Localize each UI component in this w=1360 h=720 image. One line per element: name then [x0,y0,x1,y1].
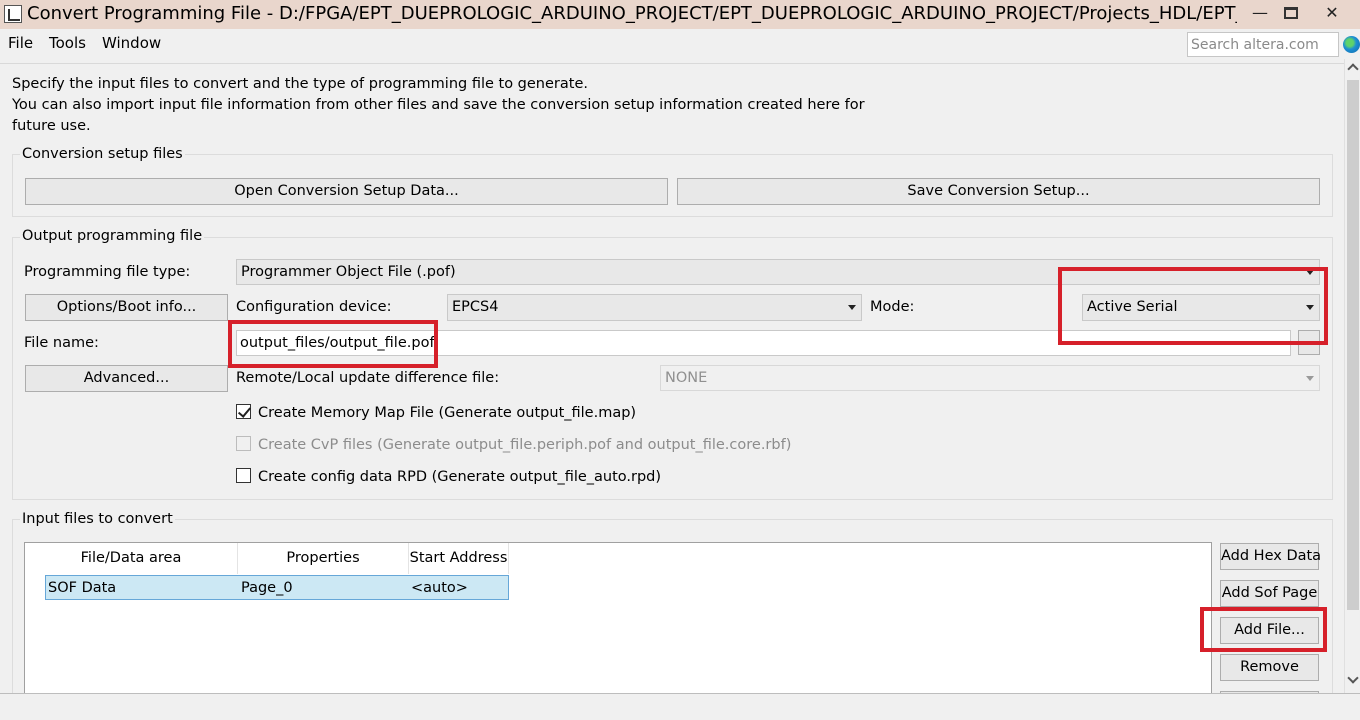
scroll-down-icon[interactable] [1345,673,1360,687]
mode-label: Mode: [870,299,915,315]
column-header-file[interactable]: File/Data area [25,543,238,574]
intro-line-1: Specify the input files to convert and t… [12,76,588,92]
cell-start-address: <auto> [411,580,468,596]
table-row[interactable]: SOF Data Page_0 <auto> [45,575,509,600]
minimize-icon: — [1252,3,1268,22]
options-boot-info-button[interactable]: Options/Boot info... [25,294,228,321]
menu-file[interactable]: File [8,34,33,52]
cvp-files-checkbox [236,436,251,451]
menu-window[interactable]: Window [102,34,161,52]
scroll-thumb[interactable] [1347,80,1359,610]
remote-update-select: NONE [660,365,1320,391]
column-header-start-address[interactable]: Start Address [409,543,509,574]
config-device-value: EPCS4 [452,299,499,315]
remote-update-value: NONE [665,370,708,386]
save-conversion-setup-button[interactable]: Save Conversion Setup... [677,178,1320,205]
highlight-add-file [1200,607,1327,652]
input-files-title: Input files to convert [20,511,175,527]
search-input[interactable]: Search altera.com [1187,32,1339,57]
remove-button[interactable]: Remove [1220,654,1319,681]
config-device-label: Configuration device: [236,299,392,315]
add-hex-data-button[interactable]: Add Hex Data [1220,543,1321,570]
window-title: Convert Programming File - D:/FPGA/EPT_D… [27,3,1237,24]
title-bar: Convert Programming File - D:/FPGA/EPT_D… [0,0,1360,29]
file-type-value: Programmer Object File (.pof) [241,264,456,280]
highlight-file-name [228,320,438,368]
highlight-mode [1058,267,1328,345]
close-button[interactable]: ✕ [1312,0,1352,29]
open-conversion-setup-button[interactable]: Open Conversion Setup Data... [25,178,668,205]
chevron-down-icon [1306,376,1314,381]
output-group-title: Output programming file [20,228,205,244]
intro-line-2: You can also import input file informati… [12,97,865,113]
memory-map-checkbox[interactable] [236,404,251,419]
rpd-checkbox[interactable] [236,468,251,483]
close-icon: ✕ [1325,3,1339,22]
add-sof-page-button[interactable]: Add Sof Page [1220,580,1319,607]
file-type-label: Programming file type: [24,264,191,280]
input-files-table[interactable]: File/Data area Properties Start Address … [24,542,1212,693]
menu-tools[interactable]: Tools [49,34,86,52]
globe-icon[interactable] [1343,36,1360,53]
remote-update-label: Remote/Local update difference file: [236,370,500,386]
advanced-button[interactable]: Advanced... [25,365,228,392]
memory-map-label: Create Memory Map File (Generate output_… [258,405,637,421]
vertical-scrollbar[interactable] [1344,59,1360,693]
file-name-label: File name: [24,335,99,351]
cell-properties: Page_0 [241,580,293,596]
conversion-setup-title: Conversion setup files [20,146,185,162]
chevron-down-icon [848,305,856,310]
intro-line-3: future use. [12,118,91,134]
rpd-label: Create config data RPD (Generate output_… [258,469,662,485]
scroll-up-icon[interactable] [1345,61,1360,75]
maximize-icon [1284,7,1298,19]
cell-file: SOF Data [48,580,117,596]
cvp-files-label: Create CvP files (Generate output_file.p… [258,437,792,453]
config-device-select[interactable]: EPCS4 [447,294,862,321]
maximize-button[interactable] [1272,0,1312,29]
column-header-properties[interactable]: Properties [238,543,409,574]
menu-bar [0,29,1360,59]
status-bar [0,693,1360,720]
app-icon [4,5,22,23]
